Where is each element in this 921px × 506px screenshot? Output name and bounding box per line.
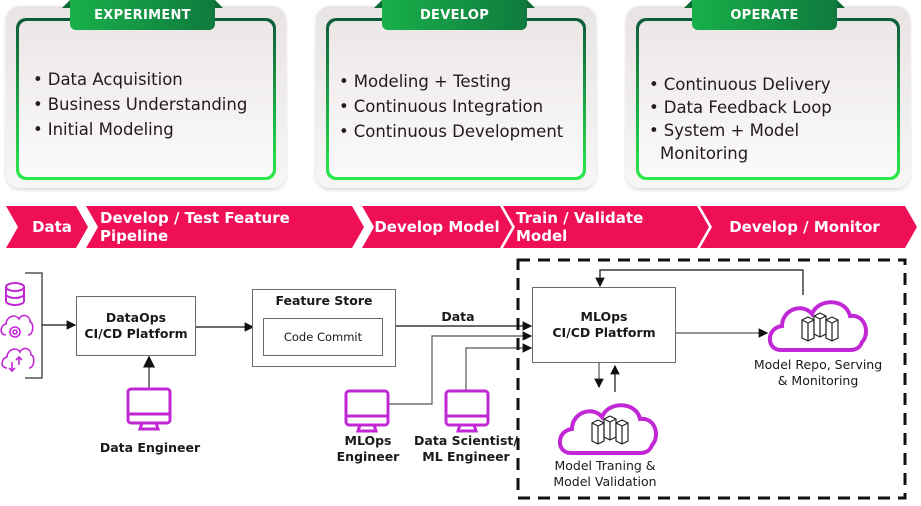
- feature-store-box: Feature Store Code Commit: [252, 289, 396, 367]
- feature-store-title: Feature Store: [275, 293, 373, 308]
- cloud-sync-icon: [1, 347, 35, 373]
- model-training-label: Model Traning & Model Validation: [553, 458, 657, 489]
- mlops-engineer-monitor-icon: [344, 389, 390, 433]
- phase-title-operate: OPERATE: [684, 0, 845, 30]
- data-engineer-monitor-icon: [126, 387, 172, 431]
- data-scientist-label: Data Scientist/ ML Engineer: [414, 433, 518, 464]
- edge-data-scientist-to-mlops: [465, 343, 533, 391]
- phase-title-develop: DEVELOP: [374, 0, 535, 30]
- code-commit-box: Code Commit: [263, 318, 383, 356]
- mlops-engineer-label: MLOps Engineer: [336, 433, 400, 464]
- cloud-settings-icon: [0, 314, 34, 338]
- workflow-diagram: [0, 258, 907, 500]
- edge-label-data: Data: [441, 309, 475, 324]
- data-scientist-monitor-icon: [444, 389, 490, 433]
- mlops-title: MLOps: [580, 309, 628, 324]
- mlops-subtitle: CI/CD Platform: [552, 325, 656, 340]
- data-engineer-label: Data Engineer: [99, 440, 201, 455]
- database-icon: [5, 282, 25, 306]
- model-repo-label: Model Repo, Serving & Monitoring: [753, 357, 883, 388]
- dataops-subtitle: CI/CD Platform: [84, 326, 188, 341]
- dataops-title: DataOps: [105, 310, 167, 325]
- dataops-platform-box: DataOps CI/CD Platform: [76, 296, 196, 356]
- model-repo-cloud-icon: [767, 300, 868, 352]
- phase-title-experiment: EXPERIMENT: [62, 0, 223, 30]
- code-commit-label: Code Commit: [283, 330, 363, 344]
- edge-mlops-engineer-to-mlops: [388, 331, 533, 405]
- model-training-cloud-icon: [557, 403, 658, 455]
- mlops-platform-box: MLOps CI/CD Platform: [532, 287, 676, 363]
